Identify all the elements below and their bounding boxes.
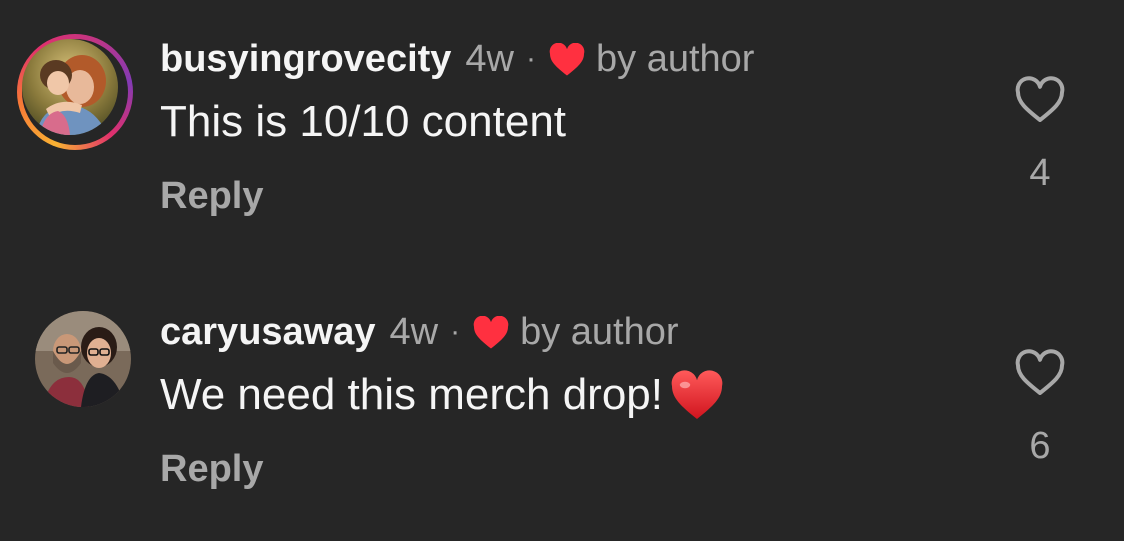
avatar[interactable] [17,34,133,150]
timestamp: 4w [465,38,514,80]
comment-text: This is 10/10 content [160,96,566,148]
avatar-photo [35,311,131,407]
comment-item: caryusaway 4w · by author We need this m… [0,305,1124,525]
reply-button[interactable]: Reply [160,173,263,219]
red-heart-emoji-icon [669,369,725,421]
comment-header: caryusaway 4w · by author [160,309,679,355]
avatar[interactable] [35,311,131,407]
username[interactable]: caryusaway [160,309,376,355]
comment-body: We need this merch drop! [160,370,663,419]
separator: · [450,315,461,348]
like-count: 6 [1029,425,1051,467]
avatar-photo [22,39,118,135]
username[interactable]: busyingrovecity [160,36,451,82]
comment-header: busyingrovecity 4w · by author [160,36,754,82]
like-count: 4 [1029,152,1051,194]
comment-body: This is 10/10 content [160,97,567,146]
author-badge: by author [596,38,755,80]
heart-outline-icon [1015,349,1065,395]
comment-text: We need this merch drop! [160,369,725,421]
comments-list: busyingrovecity 4w · by author This is 1… [0,0,1124,541]
heart-filled-icon [548,42,586,76]
like-button[interactable] [1014,349,1066,397]
like-button[interactable] [1014,76,1066,124]
separator: · [526,42,536,75]
heart-filled-icon [472,315,510,349]
timestamp: 4w [389,311,439,353]
heart-outline-icon [1015,76,1065,122]
reply-button[interactable]: Reply [160,446,263,492]
comment-item: busyingrovecity 4w · by author This is 1… [0,32,1124,252]
author-badge: by author [520,311,679,353]
